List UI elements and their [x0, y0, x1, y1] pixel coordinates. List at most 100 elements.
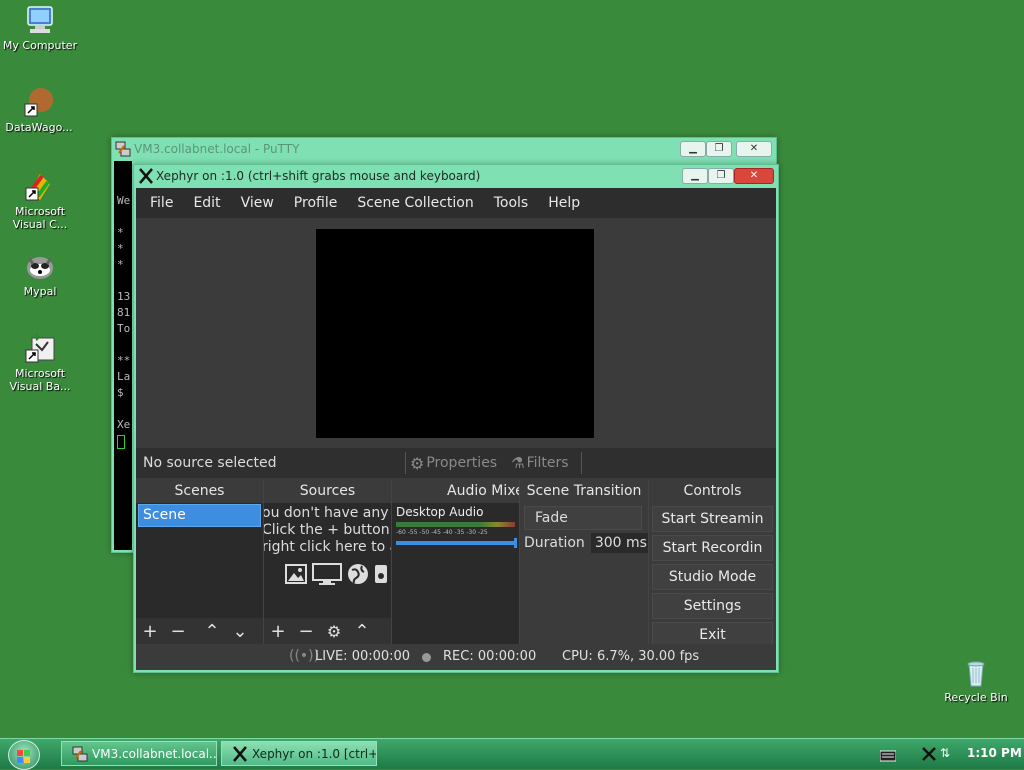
- toolbar-divider: [580, 452, 582, 474]
- minimize-button[interactable]: ▁: [680, 141, 706, 157]
- menu-tools[interactable]: Tools: [484, 195, 539, 211]
- recycle-bin-icon: [960, 656, 992, 688]
- menu-view[interactable]: View: [231, 195, 284, 211]
- preview-area: [136, 218, 776, 446]
- taskbar: VM3.collabnet.local... Xephyr on :1.0 [c…: [0, 738, 1024, 770]
- keyboard-icon[interactable]: [879, 747, 897, 766]
- sources-empty-line: Click the + button b: [264, 522, 392, 538]
- move-up-icon[interactable]: ⌃: [348, 621, 376, 642]
- volume-slider[interactable]: [396, 538, 517, 548]
- taskbar-item-xephyr[interactable]: Xephyr on :1.0 [ctrl+...: [221, 741, 377, 766]
- desktop-icon-label: DataWago...: [5, 121, 73, 134]
- desktop-icon-my-computer[interactable]: My Computer: [0, 4, 80, 52]
- maximize-button[interactable]: ❐: [708, 168, 734, 184]
- move-up-icon[interactable]: ⌃: [198, 621, 226, 642]
- filters-button[interactable]: ⚗ Filters: [511, 454, 568, 472]
- status-bar: ((•)) LIVE: 00:00:00 REC: 00:00:00 CPU: …: [136, 644, 776, 670]
- computer-icon: [24, 4, 56, 36]
- desktop-icon-visual-basic[interactable]: Microsoft Visual Ba...: [0, 332, 80, 393]
- menu-file[interactable]: File: [140, 195, 183, 211]
- image-icon: [284, 562, 308, 590]
- source-toolbar: No source selected ⚙ Properties ⚗ Filter…: [136, 448, 776, 478]
- xephyr-titlebar[interactable]: Xephyr on :1.0 (ctrl+shift grabs mouse a…: [134, 165, 778, 187]
- filters-icon: ⚗: [511, 454, 525, 472]
- filters-label: Filters: [526, 455, 569, 471]
- duration-row: Duration 300 ms: [520, 533, 648, 553]
- rec-dot-icon: [422, 653, 431, 662]
- add-scene-icon[interactable]: +: [136, 621, 164, 642]
- display-icon: [312, 562, 342, 590]
- gear-icon: ⚙: [410, 453, 425, 473]
- putty-terminal[interactable]: We * * * 13 81 To ** La $ Xe: [114, 161, 132, 550]
- terminal-line: $: [117, 386, 124, 399]
- move-down-icon[interactable]: ⌄: [226, 621, 254, 642]
- start-recording-button[interactable]: Start Recordin: [652, 535, 773, 561]
- desktop-icon-label: Microsoft Visual C...: [12, 205, 68, 231]
- add-source-icon[interactable]: +: [264, 621, 292, 642]
- visual-basic-icon: [24, 332, 56, 364]
- desktop-icon-label: Mypal: [23, 285, 57, 298]
- x-tray-icon[interactable]: [922, 746, 936, 765]
- taskbar-item-putty[interactable]: VM3.collabnet.local...: [61, 741, 217, 766]
- terminal-line: *: [117, 226, 124, 239]
- scenes-toolbar: + − ⌃ ⌄: [136, 618, 263, 644]
- sources-empty-text[interactable]: ou don't have any so Click the + button …: [264, 503, 391, 556]
- remove-source-icon[interactable]: −: [292, 621, 320, 642]
- exit-button[interactable]: Exit: [652, 622, 773, 644]
- cpu-fps-readout: CPU: 6.7%, 30.00 fps: [562, 649, 700, 664]
- scene-item-label: Scene: [143, 507, 186, 523]
- scene-list-item[interactable]: Scene: [138, 504, 261, 527]
- start-button[interactable]: [8, 740, 40, 770]
- docks-area: Scenes Scene + − ⌃ ⌄ Sources ou don't ha…: [136, 479, 776, 644]
- putty-title: VM3.collabnet.local - PuTTY: [134, 142, 300, 156]
- controls-header: Controls: [649, 479, 776, 503]
- menu-edit[interactable]: Edit: [183, 195, 230, 211]
- audio-meter-scale: -60 -55 -50 -45 -40 -35 -30 -25: [396, 529, 488, 536]
- desktop-icon-label: My Computer: [2, 39, 78, 52]
- settings-button[interactable]: Settings: [652, 593, 773, 619]
- taskbar-clock[interactable]: 1:10 PM: [967, 746, 1022, 760]
- duration-input[interactable]: 300 ms: [590, 533, 648, 553]
- desktop-icon-visual-c[interactable]: Microsoft Visual C...: [0, 170, 80, 231]
- preview-canvas[interactable]: [316, 229, 594, 438]
- device-icon: [374, 562, 388, 590]
- terminal-line: 13: [117, 290, 131, 303]
- source-settings-gear-icon[interactable]: ⚙: [320, 622, 348, 641]
- terminal-line: To: [117, 322, 131, 335]
- menu-profile[interactable]: Profile: [284, 195, 348, 211]
- close-button[interactable]: ✕: [736, 141, 772, 157]
- network-tray-icon[interactable]: ⇅: [940, 746, 950, 760]
- windows-logo-icon: [17, 748, 31, 763]
- duration-label: Duration: [524, 535, 585, 551]
- datawago-icon: [23, 86, 55, 118]
- start-streaming-button[interactable]: Start Streamin: [652, 506, 773, 532]
- taskbar-item-label: VM3.collabnet.local...: [92, 747, 217, 761]
- desktop-icon-recycle-bin[interactable]: Recycle Bin: [936, 656, 1016, 704]
- minimize-button[interactable]: ▁: [682, 168, 708, 184]
- close-button[interactable]: ✕: [734, 168, 774, 184]
- properties-label: Properties: [426, 455, 498, 471]
- properties-button[interactable]: ⚙ Properties: [410, 454, 497, 473]
- menu-help[interactable]: Help: [538, 195, 590, 211]
- volume-slider-handle[interactable]: [514, 538, 517, 548]
- xephyr-title: Xephyr on :1.0 (ctrl+shift grabs mouse a…: [156, 169, 481, 183]
- transition-select[interactable]: Fade: [524, 506, 642, 530]
- maximize-button[interactable]: ❐: [706, 141, 732, 157]
- visual-c-icon: [24, 170, 56, 202]
- terminal-line: *: [117, 242, 124, 255]
- putty-titlebar[interactable]: VM3.collabnet.local - PuTTY ▁ ❐ ✕: [112, 138, 776, 160]
- menu-scene-collection[interactable]: Scene Collection: [347, 195, 483, 211]
- remove-scene-icon[interactable]: −: [164, 621, 192, 642]
- audio-track-name: Desktop Audio: [396, 505, 484, 519]
- xephyr-window[interactable]: Xephyr on :1.0 (ctrl+shift grabs mouse a…: [133, 164, 779, 673]
- scenes-header: Scenes: [136, 479, 263, 503]
- desktop-icon-datawago[interactable]: DataWago...: [0, 86, 79, 134]
- scene-transition-header: Scene Transition: [520, 479, 648, 503]
- studio-mode-button[interactable]: Studio Mode: [652, 564, 773, 590]
- terminal-line: Xe: [117, 418, 131, 431]
- desktop-icon-mypal[interactable]: Mypal: [0, 250, 80, 298]
- terminal-cursor: [117, 435, 125, 449]
